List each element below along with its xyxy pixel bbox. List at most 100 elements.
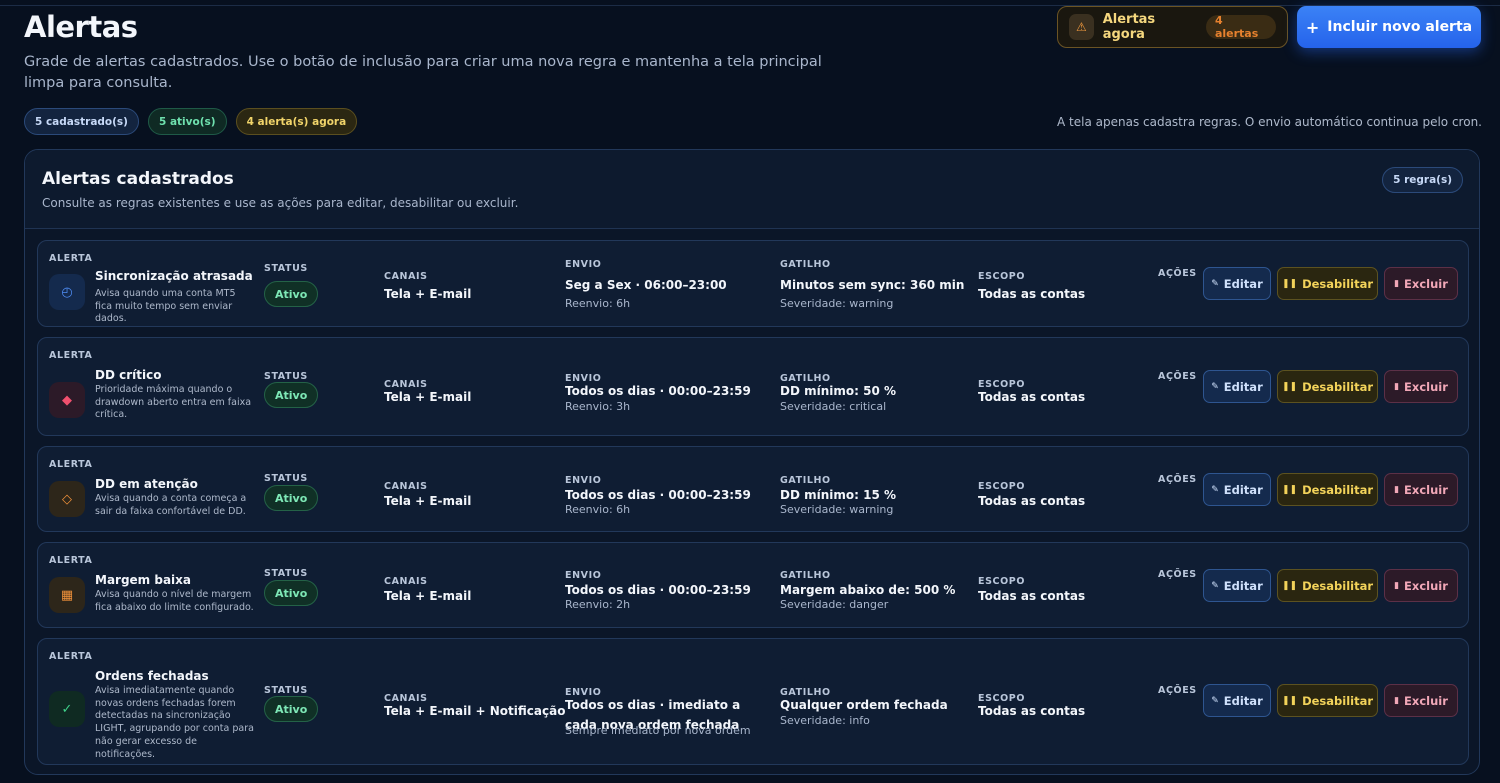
pencil-icon: ✎ xyxy=(1211,381,1219,392)
trash-icon: ▮ xyxy=(1394,278,1400,289)
resend-value: Reenvio: 6h xyxy=(565,297,631,310)
status-badge: Ativo xyxy=(264,696,319,722)
disable-label: Desabilitar xyxy=(1302,578,1374,593)
actions-column-label: AÇÕES xyxy=(1158,268,1197,279)
alert-row: ALERTA ◴ Sincronização atrasada Avisa quand… xyxy=(37,240,1469,327)
disable-button[interactable]: ❚❚ Desabilitar xyxy=(1277,473,1378,506)
diamond-icon: ◆ xyxy=(49,382,85,418)
send-value: Todos os dias · 00:00–23:59 xyxy=(565,488,751,502)
delete-label: Excluir xyxy=(1404,482,1448,497)
trigger-value: Qualquer ordem fechada xyxy=(780,698,948,712)
pause-icon: ❚❚ xyxy=(1281,484,1298,495)
status-badge: Ativo xyxy=(264,485,319,511)
alert-column-label: ALERTA xyxy=(49,350,93,361)
channels-value: Tela + E-mail xyxy=(384,390,472,404)
edit-label: Editar xyxy=(1223,693,1263,708)
alert-name: DD crítico xyxy=(95,368,162,382)
send-value: Todos os dias · 00:00–23:59 xyxy=(565,384,751,398)
edit-button[interactable]: ✎ Editar xyxy=(1203,684,1271,717)
severity-value: Severidade: warning xyxy=(780,297,894,310)
edit-label: Editar xyxy=(1223,379,1263,394)
actions-column-label: AÇÕES xyxy=(1158,474,1197,485)
severity-value: Severidade: critical xyxy=(780,400,887,413)
edit-button[interactable]: ✎ Editar xyxy=(1203,473,1271,506)
check-icon: ✓ xyxy=(49,691,85,727)
resend-value: Reenvio: 6h xyxy=(565,503,631,516)
scope-value: Todas as contas xyxy=(978,704,1086,718)
alert-name: Ordens fechadas xyxy=(95,669,209,683)
trash-icon: ▮ xyxy=(1394,484,1400,495)
disable-button[interactable]: ❚❚ Desabilitar xyxy=(1277,684,1378,717)
page-description: Grade de alertas cadastrados. Use o botã… xyxy=(24,54,822,91)
alert-row: ALERTA ✓ Ordens fechadas Avisa imediatament… xyxy=(37,638,1469,765)
edit-button[interactable]: ✎ Editar xyxy=(1203,370,1271,403)
alert-column-label: ALERTA xyxy=(49,651,93,662)
scope-column-label: ESCOPO xyxy=(978,271,1026,282)
trigger-value: DD mínimo: 50 % xyxy=(780,384,896,398)
disable-button[interactable]: ❚❚ Desabilitar xyxy=(1277,267,1378,300)
warning-icon: ⚠ xyxy=(1069,14,1094,40)
status-badge: Ativo xyxy=(264,281,319,307)
edit-button[interactable]: ✎ Editar xyxy=(1203,267,1271,300)
pause-icon: ❚❚ xyxy=(1281,580,1298,591)
trigger-value: Margem abaixo de: 500 % xyxy=(780,583,956,597)
disable-label: Desabilitar xyxy=(1302,276,1374,291)
disable-label: Desabilitar xyxy=(1302,379,1374,394)
status-column-label: STATUS xyxy=(264,371,308,382)
edit-button[interactable]: ✎ Editar xyxy=(1203,569,1271,602)
status-column-label: STATUS xyxy=(264,263,308,274)
alert-description: Prioridade máxima quando o drawdown aber… xyxy=(95,384,252,421)
severity-value: Severidade: warning xyxy=(780,503,894,516)
alert-description: Avisa imediatamente quando novas ordens … xyxy=(95,685,254,760)
delete-label: Excluir xyxy=(1404,276,1448,291)
status-badge: Ativo xyxy=(264,580,319,606)
delete-button[interactable]: ▮ Excluir xyxy=(1384,473,1458,506)
pencil-icon: ✎ xyxy=(1211,580,1219,591)
send-column-label: ENVIO xyxy=(565,259,602,270)
disable-button[interactable]: ❚❚ Desabilitar xyxy=(1277,370,1378,403)
delete-button[interactable]: ▮ Excluir xyxy=(1384,267,1458,300)
pause-icon: ❚❚ xyxy=(1281,381,1298,392)
severity-value: Severidade: danger xyxy=(780,598,889,611)
actions-column-label: AÇÕES xyxy=(1158,371,1197,382)
trigger-column-label: GATILHO xyxy=(780,259,831,270)
scope-value: Todas as contas xyxy=(978,287,1086,301)
page-title: Alertas xyxy=(24,10,138,44)
pencil-icon: ✎ xyxy=(1211,484,1219,495)
panel-header: Alertas cadastrados Consulte as regras e… xyxy=(25,150,1479,229)
active-count-chip: 5 ativo(s) xyxy=(147,108,227,135)
trigger-value: Minutos sem sync: 360 min xyxy=(780,278,965,292)
rules-count-chip: 5 regra(s) xyxy=(1382,167,1463,193)
pencil-icon: ✎ xyxy=(1211,695,1219,706)
delete-button[interactable]: ▮ Excluir xyxy=(1384,370,1458,403)
resend-value: Sempre imediato por nova ordem xyxy=(565,724,751,737)
edit-label: Editar xyxy=(1223,482,1263,497)
disable-label: Desabilitar xyxy=(1302,693,1374,708)
alert-name: Sincronização atrasada xyxy=(95,269,253,283)
pause-icon: ❚❚ xyxy=(1281,695,1298,706)
channels-value: Tela + E-mail xyxy=(384,589,472,603)
alerts-now-count: 4 alertas xyxy=(1205,14,1277,40)
bar-icon: ▦ xyxy=(49,577,85,613)
actions-column-label: AÇÕES xyxy=(1158,685,1197,696)
add-alert-button[interactable]: + Incluir novo alerta xyxy=(1297,6,1481,48)
alerts-now-chip: 4 alerta(s) agora xyxy=(235,108,358,135)
delete-button[interactable]: ▮ Excluir xyxy=(1384,569,1458,602)
send-value: Seg a Sex · 06:00–23:00 xyxy=(565,278,727,292)
alert-description: Avisa quando uma conta MT5 fica muito te… xyxy=(95,288,236,325)
status-column-label: STATUS xyxy=(264,473,308,484)
alert-description: Avisa quando a conta começa a sair da fa… xyxy=(95,493,247,517)
alerts-now-button[interactable]: ⚠ Alertas agora 4 alertas xyxy=(1057,6,1288,48)
disable-button[interactable]: ❚❚ Desabilitar xyxy=(1277,569,1378,602)
delete-button[interactable]: ▮ Excluir xyxy=(1384,684,1458,717)
trigger-value: DD mínimo: 15 % xyxy=(780,488,896,502)
alerts-panel: Alertas cadastrados Consulte as regras e… xyxy=(24,149,1480,775)
diamond-outline-icon: ◇ xyxy=(49,481,85,517)
alert-name: Margem baixa xyxy=(95,573,192,587)
trash-icon: ▮ xyxy=(1394,695,1400,706)
delete-label: Excluir xyxy=(1404,379,1448,394)
pause-icon: ❚❚ xyxy=(1281,278,1298,289)
registered-count-chip: 5 cadastrado(s) xyxy=(24,108,139,135)
panel-title: Alertas cadastrados xyxy=(42,169,234,189)
trash-icon: ▮ xyxy=(1394,381,1400,392)
